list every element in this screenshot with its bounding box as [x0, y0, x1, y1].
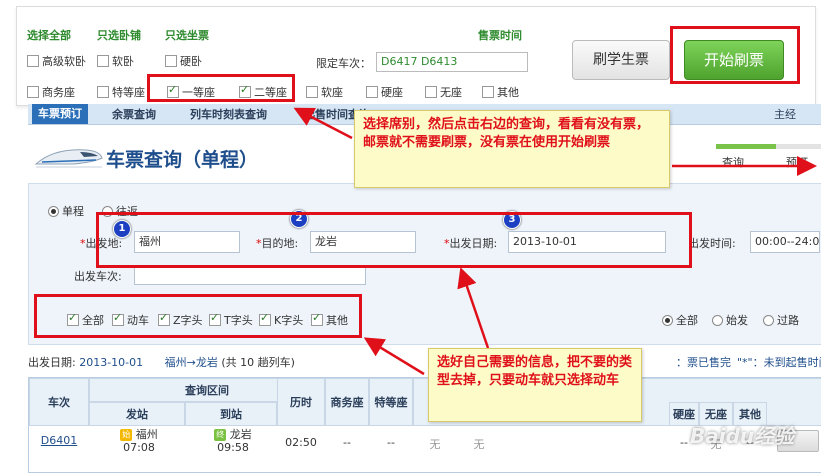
callout-type-filter: 选好自己需要的信息，把不要的类型去掉，只要动车就只选择动车	[428, 348, 642, 422]
watermark: Baidu经验	[690, 424, 795, 448]
annotation-arrows	[293, 107, 817, 376]
callout-seat-class: 选择席别，然后点击右边的查询，看看有没有票，邮票就不需要刷票，没有票在使用开始刷…	[354, 110, 670, 188]
arrow-to-type-filter	[363, 337, 425, 376]
arrow-to-route	[457, 267, 490, 349]
arrow-to-seat-class	[293, 107, 353, 140]
